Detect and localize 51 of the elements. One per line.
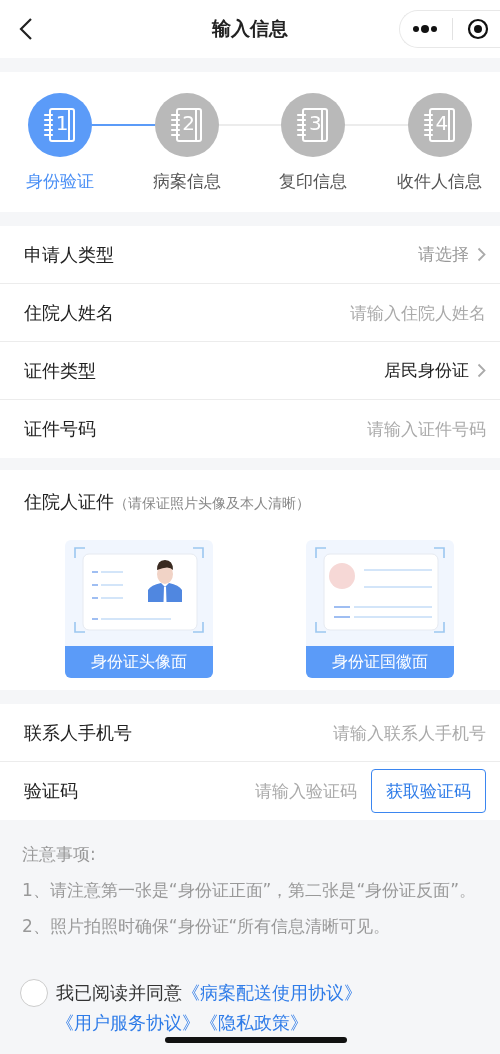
page-title: 输入信息	[212, 16, 288, 41]
target-icon[interactable]	[467, 18, 489, 40]
input-field[interactable]: 请输入验证码	[197, 781, 357, 801]
input-field[interactable]: 请输入证件号码	[256, 419, 486, 439]
step-marker[interactable]: 4	[407, 93, 472, 157]
agreement-link[interactable]: 《用户服务协议》	[56, 1012, 200, 1033]
chevron-icon	[477, 247, 486, 262]
note-text: 1、请注意第一张是“身份证正面”，第二张是“身份证反面”。	[22, 879, 478, 902]
step-label[interactable]: 身份验证	[26, 170, 94, 193]
field-label: 验证码	[24, 779, 78, 803]
input-field[interactable]: 请输入住院人姓名	[256, 302, 486, 323]
agreement-link[interactable]: 《隐私政策》	[200, 1012, 308, 1033]
step-label[interactable]: 病案信息	[152, 170, 221, 193]
agreement-text: 我已阅读并同意《病案配送使用协议》 《用户服务协议》《隐私政策》	[56, 981, 363, 1035]
upload-label: 身份证头像面	[65, 646, 213, 678]
notebook-icon	[169, 107, 204, 143]
back-icon[interactable]	[18, 17, 34, 41]
step-number: 3	[308, 111, 323, 135]
upload-card[interactable]: 身份证头像面	[65, 540, 213, 678]
step-number: 2	[181, 111, 196, 135]
select-field[interactable]: 居民身份证	[384, 359, 486, 382]
field-label: 证件号码	[24, 417, 96, 441]
step-label[interactable]: 复印信息	[279, 170, 348, 193]
notebook-icon	[422, 107, 457, 143]
agreement-link[interactable]: 《病案配送使用协议》	[182, 982, 362, 1003]
upload-label: 身份证国徽面	[306, 646, 454, 678]
get-code-button[interactable]: 获取验证码	[371, 769, 486, 813]
section-title: 住院人证件	[24, 490, 114, 514]
select-field[interactable]: 请选择	[418, 243, 486, 266]
upload-card[interactable]: 身份证国徽面	[306, 540, 454, 678]
field-label: 证件类型	[24, 358, 96, 383]
select-value: 居民身份证	[384, 359, 469, 382]
note-text: 2、照片拍照时确保“身份证“所有信息清晰可见。	[22, 915, 392, 938]
notes-title: 注意事项:	[22, 843, 97, 866]
notebook-icon	[43, 107, 77, 143]
step-marker[interactable]: 3	[281, 93, 346, 157]
notebook-icon	[296, 107, 331, 143]
field-label: 联系人手机号	[24, 720, 132, 745]
field-label: 申请人类型	[24, 242, 114, 267]
agree-checkbox[interactable]	[20, 979, 48, 1007]
step-marker[interactable]: 2	[154, 93, 219, 157]
select-placeholder: 请选择	[418, 243, 469, 266]
section-hint: （请保证照片头像及本人清晰）	[114, 495, 310, 513]
field-label: 住院人姓名	[24, 300, 114, 325]
more-icon[interactable]	[412, 25, 438, 33]
step-marker[interactable]: 1	[28, 93, 92, 157]
chevron-icon	[477, 363, 486, 378]
step-number: 1	[55, 111, 69, 135]
step-label[interactable]: 收件人信息	[397, 170, 483, 193]
input-field[interactable]: 请输入联系人手机号	[256, 722, 486, 743]
step-number: 4	[434, 111, 449, 135]
